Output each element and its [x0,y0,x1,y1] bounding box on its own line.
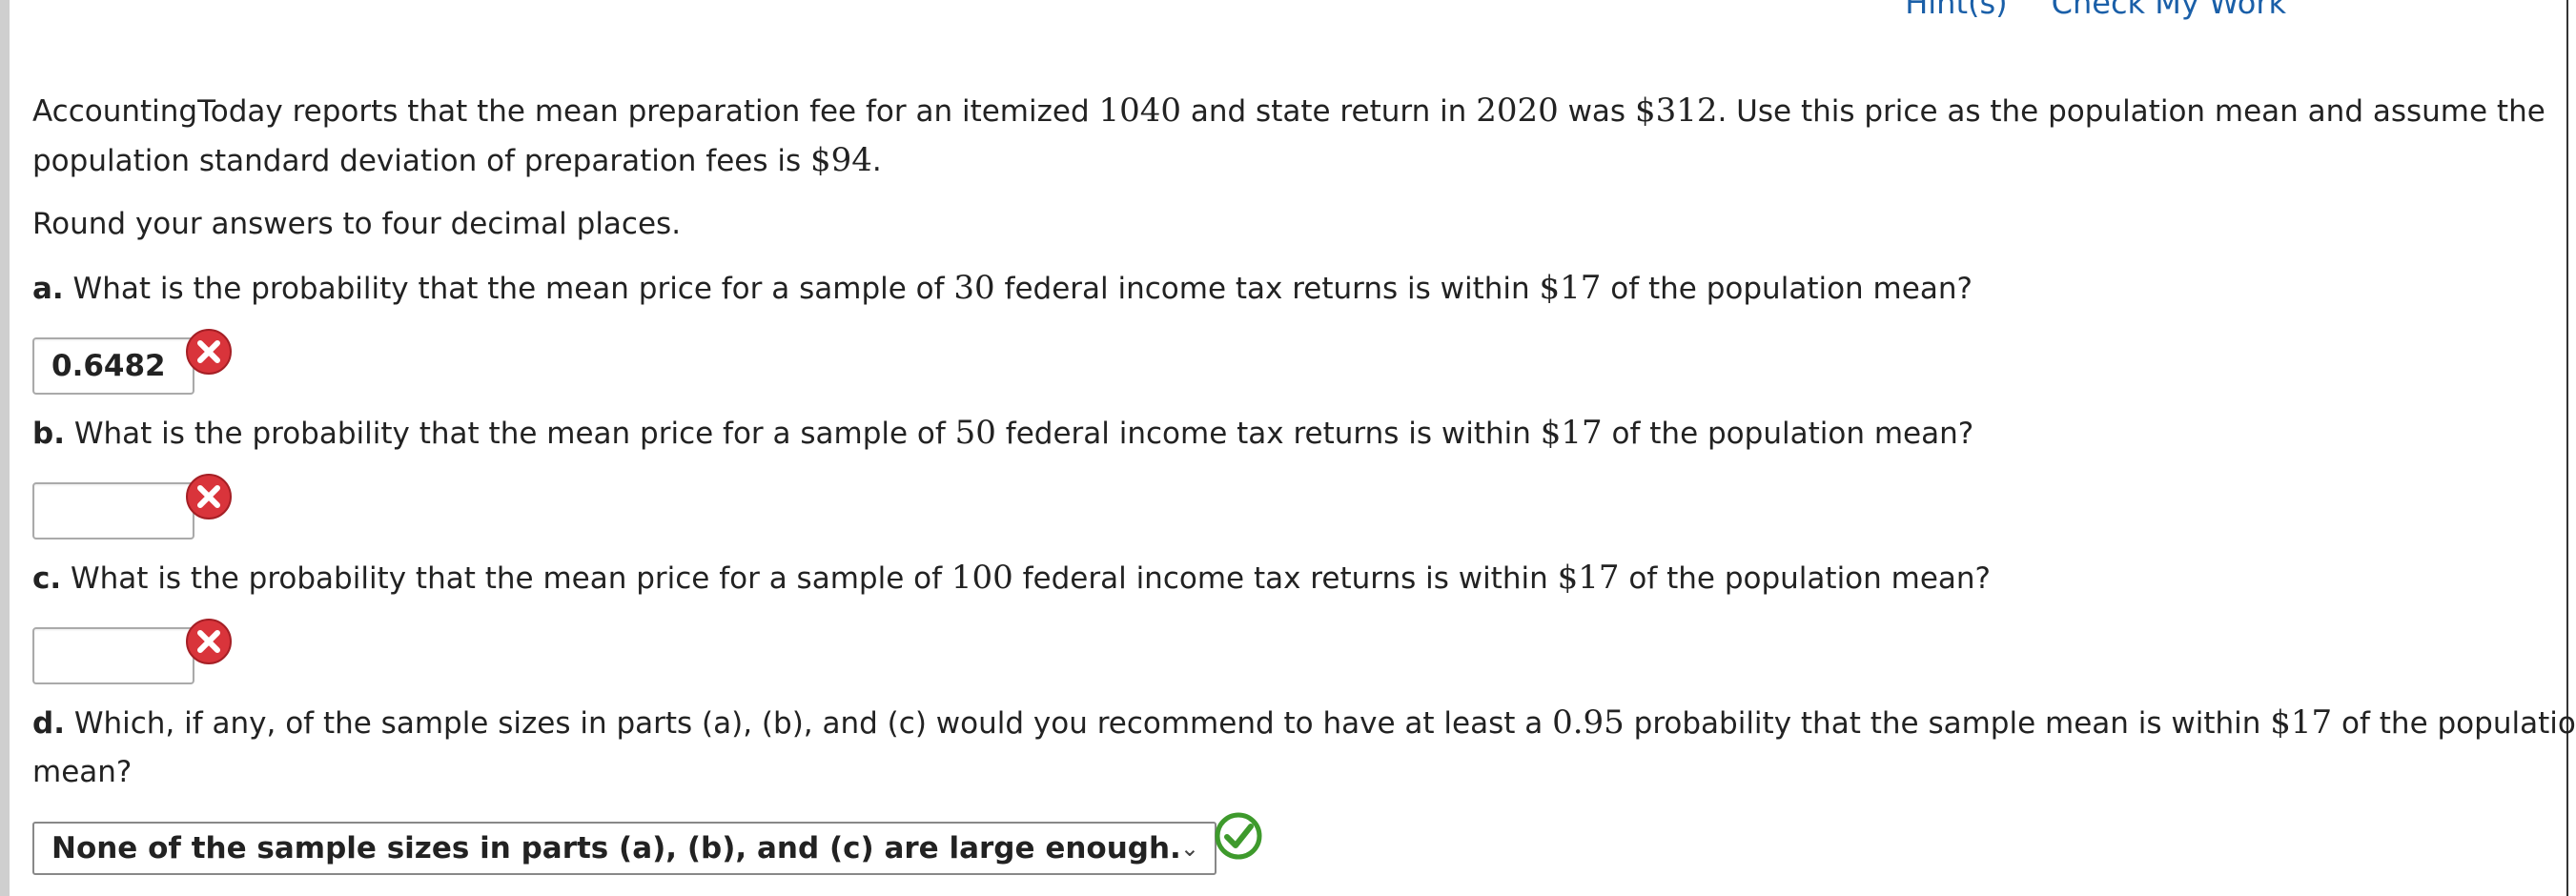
intro-text: and state return in [1181,94,1477,129]
question-text: What is the probability that the mean pr… [61,561,951,596]
question-text: federal income tax returns is within [994,272,1540,306]
question-number: $17 [1557,559,1620,597]
hints-link[interactable]: Hint(s) [1905,0,2007,21]
question-number: $17 [1539,269,1602,307]
question-number: 50 [954,414,996,452]
question-label: c. [32,561,62,596]
question-number: 0.95 [1552,703,1625,742]
question-number: $17 [1540,414,1603,452]
question-label: b. [32,417,65,451]
check-my-work-link[interactable]: Check My Work [2052,0,2286,21]
left-border [0,0,10,896]
question-text: of the population mean? [1602,417,1974,451]
intro-number: $94 [810,141,872,179]
instruction-text: Round your answers to four decimal place… [32,207,682,241]
question-c: c. What is the probability that the mean… [32,553,1991,603]
select-value: None of the sample sizes in parts (a), (… [51,831,1181,865]
question-a: a. What is the probability that the mean… [32,263,1973,314]
top-links: Hint(s) Check My Work [1905,0,2286,21]
intro-text: population standard deviation of prepara… [32,144,810,178]
question-text: probability that the sample mean is with… [1624,706,2271,741]
question-number: $17 [2270,703,2333,742]
incorrect-icon [186,329,232,375]
intro-number: 1040 [1098,92,1182,130]
question-d-line-2: mean? [32,755,133,789]
question-text: Which, if any, of the sample sizes in pa… [64,706,1553,741]
question-text: What is the probability that the mean pr… [64,417,955,451]
intro-text: . [871,144,882,178]
incorrect-icon [186,474,232,519]
question-text: What is the probability that the mean pr… [63,272,954,306]
question-text: federal income tax returns is within [1012,561,1558,596]
intro-text: was [1558,94,1635,129]
question-label: a. [32,272,64,306]
question-text: of the population mean? [1601,272,1973,306]
incorrect-icon [186,619,232,664]
answer-a-input[interactable]: 0.6482 [32,337,194,395]
question-number: 100 [951,559,1013,597]
right-border [2566,0,2568,896]
correct-icon [1215,812,1262,860]
question-number: 30 [953,269,995,307]
intro-number: $312 [1634,92,1718,130]
intro-text: AccountingToday reports that the mean pr… [32,94,1099,129]
question-d-line-1: d. Which, if any, of the sample sizes in… [32,698,2576,748]
answer-b-input[interactable] [32,482,194,540]
question-b: b. What is the probability that the mean… [32,408,1973,458]
intro-line-2: population standard deviation of prepara… [32,135,882,186]
question-label: d. [32,706,65,741]
intro-number: 2020 [1476,92,1559,130]
chevron-down-icon: ⌄ [1179,835,1199,862]
answer-c-input[interactable] [32,627,194,684]
question-text: of the population [2332,706,2576,741]
intro-text: . Use this price as the population mean … [1717,94,2545,129]
intro-line-1: AccountingToday reports that the mean pr… [32,86,2545,136]
question-text: federal income tax returns is within [995,417,1541,451]
question-text: of the population mean? [1619,561,1992,596]
answer-d-select[interactable]: None of the sample sizes in parts (a), (… [32,822,1216,875]
